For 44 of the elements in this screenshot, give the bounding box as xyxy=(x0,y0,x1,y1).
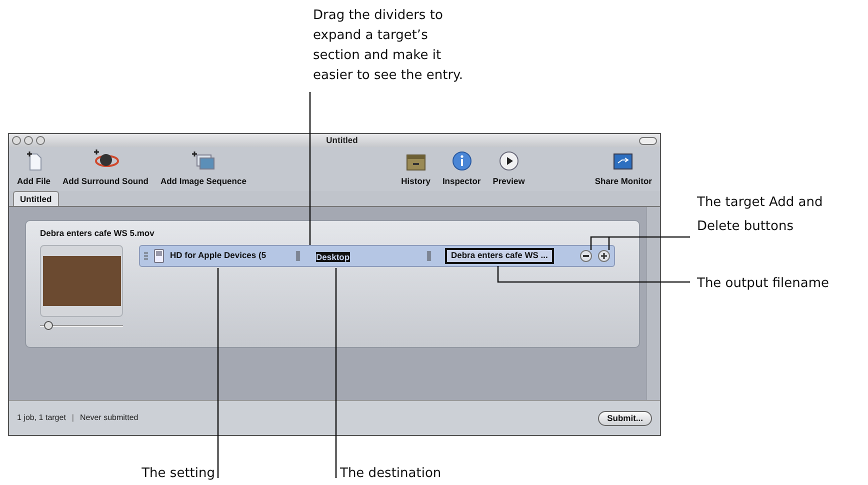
column-divider-icon[interactable] xyxy=(427,250,431,261)
close-button[interactable] xyxy=(12,136,21,145)
toolbar-toggle-button[interactable] xyxy=(639,136,657,144)
toolbar-button[interactable]: Inspector xyxy=(440,149,483,188)
media-player-icon xyxy=(154,248,164,263)
target-row[interactable]: HD for Apple Devices (5 Desktop Debra enters cafe WS ... xyxy=(139,244,615,267)
monitor-icon xyxy=(613,153,634,172)
zoom-button[interactable] xyxy=(36,136,45,145)
destination-name: Desktop xyxy=(316,252,350,262)
toolbar-button[interactable]: Add Surround Sound xyxy=(60,149,150,188)
toolbar-button[interactable]: Preview xyxy=(490,149,527,188)
callout-text: Drag the dividers to expand a target’s section and make it easier to see the entry. xyxy=(313,7,464,85)
column-divider-icon[interactable] xyxy=(296,250,300,261)
submission-status: Never submitted xyxy=(80,412,138,424)
info-icon xyxy=(452,151,472,172)
callout-text: The destination xyxy=(340,465,442,483)
play-icon xyxy=(498,151,519,172)
slider-thumb[interactable] xyxy=(44,320,53,330)
plus-icon xyxy=(601,252,607,259)
job-count: 1 job, 1 target xyxy=(17,412,66,424)
toolbar-button[interactable]: History xyxy=(399,149,432,188)
remove-target-button[interactable] xyxy=(580,250,592,262)
minus-icon xyxy=(583,254,589,257)
callout-text: The target Add and Delete buttons xyxy=(697,194,824,236)
drawer-icon xyxy=(406,153,426,172)
tab[interactable]: Untitled xyxy=(13,191,59,206)
callout-text: The output filename xyxy=(697,275,830,293)
toolbar-button[interactable]: Add Image Sequence xyxy=(158,149,248,188)
add-target-button[interactable] xyxy=(598,250,610,262)
scrollbar[interactable] xyxy=(646,207,660,400)
add-document-icon xyxy=(26,151,42,172)
job-filename: Debra enters cafe WS 5.mov xyxy=(40,227,156,240)
thumbnail-frame[interactable] xyxy=(40,244,123,317)
toolbar-button[interactable]: Share Monitor xyxy=(592,149,654,188)
setting-name: HD for Apple Devices (5 xyxy=(170,249,268,262)
status-separator: | xyxy=(72,412,74,424)
minimize-button[interactable] xyxy=(24,136,33,145)
submit-button[interactable]: Submit... xyxy=(598,410,652,426)
callout-text: The setting xyxy=(140,465,215,483)
output-filename-field[interactable]: Debra enters cafe WS ... xyxy=(445,248,554,264)
toolbar-button[interactable]: Add File xyxy=(15,149,53,188)
window-title: Untitled xyxy=(325,134,359,147)
add-images-icon xyxy=(191,151,216,172)
scrub-slider[interactable] xyxy=(40,320,123,331)
